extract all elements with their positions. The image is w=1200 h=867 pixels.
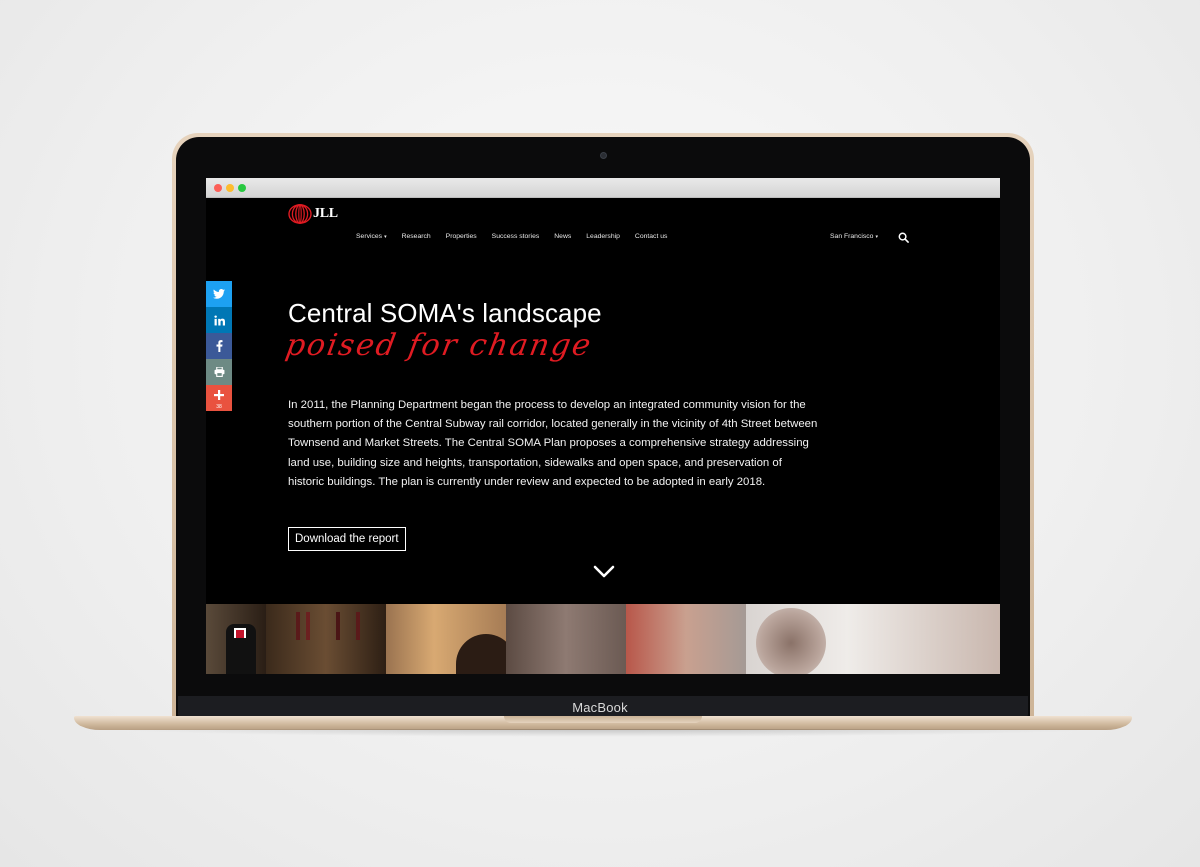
chevron-down-icon: ▾ [875, 234, 878, 240]
browser-titlebar [206, 178, 1000, 198]
print-button[interactable] [206, 359, 232, 385]
maximize-window-button[interactable] [238, 184, 246, 192]
page-title: Central SOMA's landscape [288, 298, 602, 328]
hero-body-text: In 2011, the Planning Department began t… [288, 399, 818, 488]
nav-item-research[interactable]: Research [402, 233, 431, 240]
photo-interior [386, 604, 506, 674]
chevron-down-icon: ▾ [384, 234, 387, 240]
download-report-button[interactable]: Download the report [288, 527, 406, 551]
plus-icon [214, 390, 224, 400]
photo-waiter [206, 604, 266, 674]
camera-icon [600, 152, 607, 159]
logo-text: JLL [313, 206, 338, 221]
share-count: 38 [216, 404, 222, 410]
photo-facade [626, 604, 746, 674]
photo-strip [206, 604, 1000, 674]
city-label: San Francisco [830, 233, 874, 240]
nav-item-success-stories[interactable]: Success stories [492, 233, 540, 240]
chevron-down-icon[interactable] [592, 564, 616, 580]
more-share-button[interactable]: 38 [206, 385, 232, 411]
nav-item-contact-us[interactable]: Contact us [635, 233, 668, 240]
twitter-share-button[interactable] [206, 281, 232, 307]
photo-food-bowl [746, 604, 1000, 674]
nav-item-label: Services [356, 233, 383, 240]
photo-wine-shelf [266, 604, 386, 674]
linkedin-share-button[interactable] [206, 307, 232, 333]
close-window-button[interactable] [214, 184, 222, 192]
hero-script-subtitle: poised for change [282, 328, 596, 363]
city-selector[interactable]: San Francisco ▾ [830, 233, 878, 240]
jll-logo-icon [288, 204, 312, 224]
photo-building [506, 604, 626, 674]
linkedin-icon [213, 314, 225, 325]
print-icon [214, 367, 224, 377]
nav-item-news[interactable]: News [554, 233, 571, 240]
minimize-window-button[interactable] [226, 184, 234, 192]
nav-item-leadership[interactable]: Leadership [586, 233, 620, 240]
main-nav: Services ▾ Research Properties Success st… [356, 233, 682, 240]
facebook-share-button[interactable] [206, 333, 232, 359]
facebook-icon [216, 340, 222, 352]
nav-item-services[interactable]: Services ▾ [356, 233, 387, 240]
search-icon[interactable] [898, 232, 909, 243]
macbook-label: MacBook [572, 700, 628, 715]
twitter-icon [213, 289, 225, 299]
laptop-notch [504, 716, 702, 723]
jll-logo[interactable]: JLL [288, 204, 338, 224]
share-rail: 38 [206, 281, 232, 411]
laptop-shadow [110, 729, 1100, 737]
browser-screen: JLL Services ▾ Research Properties Succes… [206, 178, 1000, 674]
nav-item-properties[interactable]: Properties [446, 233, 477, 240]
